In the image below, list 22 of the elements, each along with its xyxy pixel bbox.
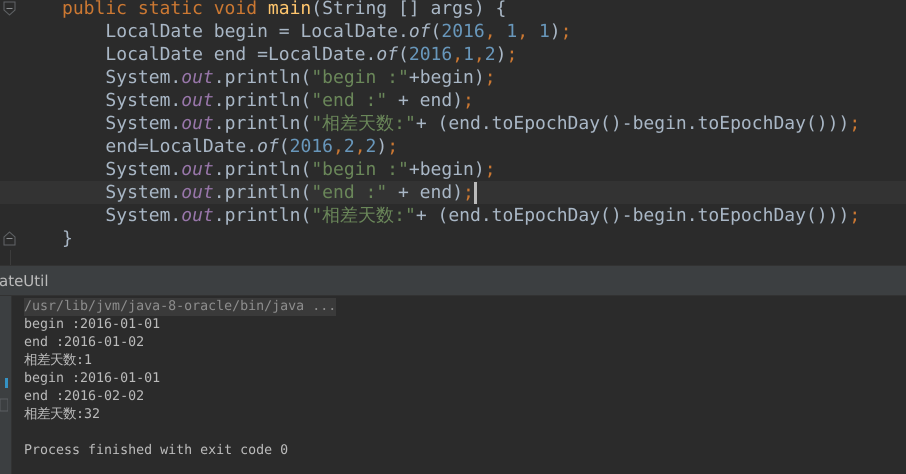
code-line: public static void main(String [] args) { [62,0,506,20]
output-line: 相差天数:1 [24,352,92,370]
code-line: LocalDate end =LocalDate.of(2016,1,2); [105,43,518,66]
code-line: System.out.println("end :" + end); [105,89,474,112]
fold-icon[interactable] [3,1,16,16]
code-line: } [62,227,73,250]
run-tab-title[interactable]: ateUtil [0,272,48,290]
output-line: begin :2016-01-01 [24,370,160,388]
exit-message: Process finished with exit code 0 [24,442,288,460]
output-line: begin :2016-01-01 [24,316,160,334]
output-line: end :2016-02-02 [24,388,144,406]
code-line: end=LocalDate.of(2016,2,2); [105,135,398,158]
output-line: end :2016-01-02 [24,334,144,352]
code-line: LocalDate begin = LocalDate.of(2016, 1, 1); [105,20,572,43]
code-line: System.out.println("begin :"+begin); [105,66,496,89]
code-line: System.out.println("相差天数:"+ (end.toEpochDay()-begin.toEpochDay())); [105,204,860,227]
code-editor[interactable] [0,0,906,265]
fold-icon[interactable] [3,231,16,246]
code-line: System.out.println("begin :"+begin); [105,158,496,181]
code-line: System.out.println("end :" + end); [105,181,474,204]
code-line: System.out.println("相差天数:"+ (end.toEpochDay()-begin.toEpochDay())); [105,112,860,135]
output-line: 相差天数:32 [24,406,100,424]
